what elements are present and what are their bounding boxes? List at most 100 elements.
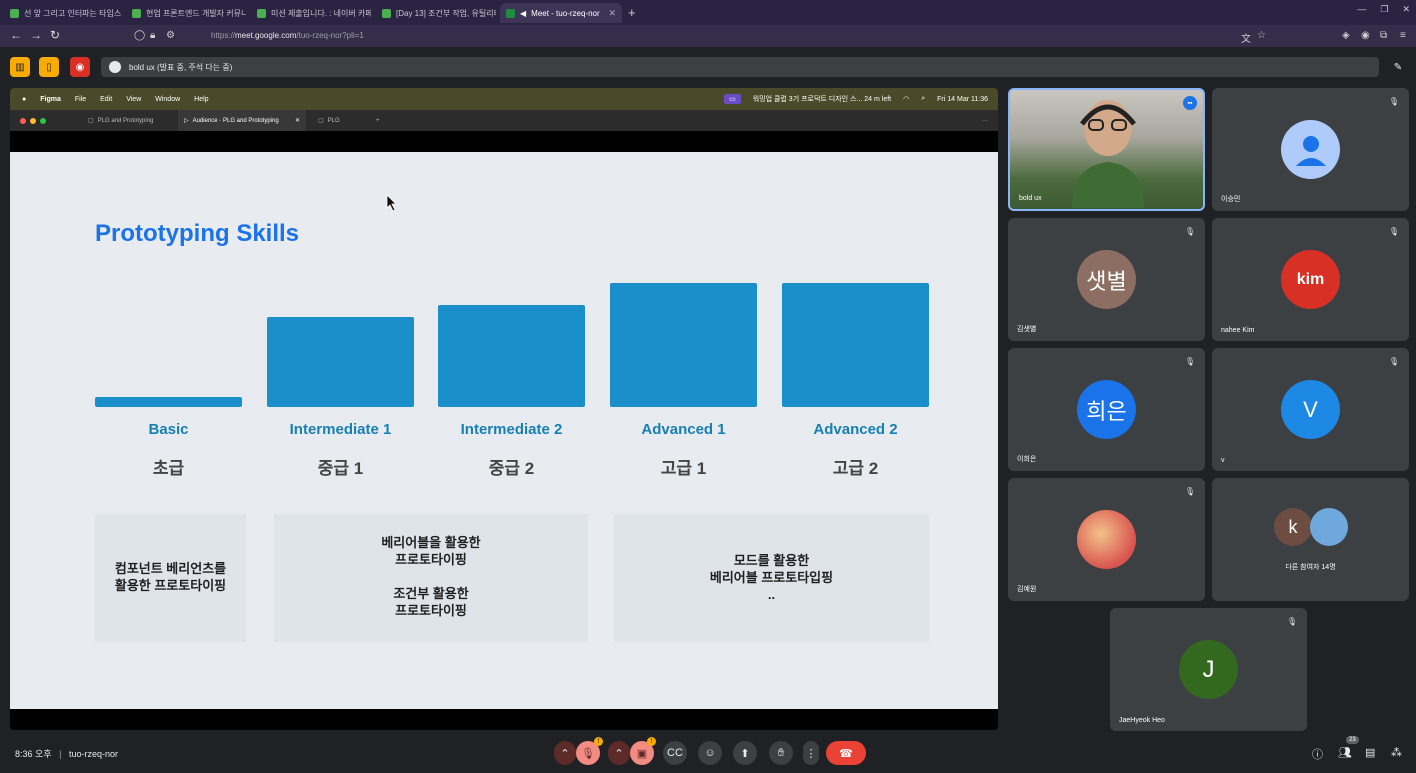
menu-icon[interactable]: ≡ bbox=[1400, 30, 1406, 41]
wifi-icon: ◠ bbox=[903, 96, 910, 103]
participant-tile[interactable]: 🎙︎ 샛별 김샛별 bbox=[1008, 218, 1205, 341]
play-icon: ▷ bbox=[184, 118, 189, 124]
mic-off-icon: 🎙︎ bbox=[1286, 617, 1297, 626]
slide: Prototyping Skills Basic Intermediate 1 … bbox=[10, 152, 998, 709]
permissions-icon[interactable]: ⚙ bbox=[166, 30, 175, 41]
leave-call-button[interactable]: ☎ bbox=[826, 741, 866, 765]
close-icon: ✕ bbox=[294, 118, 300, 124]
captions-icon: CC bbox=[667, 747, 683, 759]
url-field[interactable]: https://meet.google.com/tuo-rzeq-nor?pli… bbox=[211, 31, 364, 40]
avatar: k bbox=[1274, 508, 1312, 546]
account-icon[interactable]: ◉ bbox=[1361, 30, 1370, 41]
mic-off-icon: 🎙︎ bbox=[581, 747, 595, 760]
record-icon[interactable]: ◉ bbox=[70, 57, 90, 77]
others-count: 다른 참여자 14명 bbox=[1285, 564, 1336, 571]
avatar: J bbox=[1179, 640, 1238, 699]
speaker-icon: ◀ bbox=[520, 8, 527, 18]
more-vert-icon: ⋮ bbox=[805, 747, 817, 760]
apple-avatar bbox=[1077, 510, 1136, 569]
new-tab-button[interactable]: + bbox=[628, 5, 636, 20]
browser-tab-strip: 선 앞 그리고 인터파는 타입스...✕ 현업 프론트엔드 개발자 커뮤니...… bbox=[0, 0, 1416, 25]
mic-off-icon: 🎙︎ bbox=[1388, 227, 1399, 236]
browser-tab[interactable]: 현업 프론트엔드 개발자 커뮤니...✕ bbox=[126, 3, 246, 23]
lock-icon[interactable]: 🔒︎ bbox=[150, 30, 155, 41]
participant-tile[interactable]: 🎙︎ J JaeHyeok Heo bbox=[1110, 608, 1307, 731]
emoji-icon: ☺ bbox=[704, 747, 716, 759]
warning-badge: ! bbox=[647, 737, 656, 746]
mute-all-icon[interactable]: ▥ bbox=[10, 57, 30, 77]
forward-icon[interactable]: → bbox=[30, 28, 42, 42]
captions-button[interactable]: CC bbox=[663, 741, 687, 765]
level-label-en: Advanced 2 bbox=[813, 421, 898, 438]
browser-tab[interactable]: [Day 13] 조건부 작업, 유틸리티✕ bbox=[376, 3, 496, 23]
activities-icon[interactable]: ⁂ bbox=[1391, 746, 1402, 759]
chat-icon[interactable]: ▤ bbox=[1365, 746, 1375, 759]
level-bar bbox=[782, 283, 929, 407]
mic-off-icon: 🎙︎ bbox=[1388, 357, 1399, 366]
level-label-ko: 중급 2 bbox=[488, 459, 535, 478]
close-window-icon[interactable]: ✕ bbox=[1402, 4, 1410, 15]
people-icon[interactable]: 👥︎ bbox=[1338, 746, 1352, 759]
figma-tab-active: ▷ Audience · PLG and Prototyping ✕ bbox=[178, 110, 306, 131]
participant-tile[interactable]: 🎙︎ 김예원 bbox=[1008, 478, 1205, 601]
avatar bbox=[1281, 120, 1340, 179]
mic-off-icon: 🎙︎ bbox=[1184, 487, 1195, 496]
participant-tile-speaking[interactable]: ▪▪ bold ux bbox=[1008, 88, 1205, 211]
browser-tab[interactable]: 선 앞 그리고 인터파는 타입스...✕ bbox=[4, 3, 122, 23]
shield-icon[interactable]: ◯ bbox=[134, 30, 145, 41]
present-icon: ⬆ bbox=[740, 747, 750, 760]
address-bar: ← → ↻ ◯ 🔒︎ ⚙ https://meet.google.com/tuo… bbox=[0, 25, 1416, 47]
browser-tab-active[interactable]: ◀ Meet - tuo-rzeq-nor ✕ bbox=[500, 3, 622, 23]
participant-name: nahee Kim bbox=[1221, 327, 1255, 334]
bookmark-icon[interactable]: ☆ bbox=[1257, 30, 1266, 41]
info-icon[interactable]: ⓘ bbox=[1312, 746, 1323, 762]
reload-icon[interactable]: ↻ bbox=[50, 28, 60, 42]
avatar bbox=[109, 61, 121, 73]
participant-name: 이승민 bbox=[1221, 196, 1241, 203]
extensions-icon[interactable]: ⧉ bbox=[1380, 30, 1387, 41]
participant-tile[interactable]: 🎙︎ 희은 이희은 bbox=[1008, 348, 1205, 471]
present-button[interactable]: ⬆ bbox=[733, 741, 757, 765]
presenting-banner: bold ux (발표 중, 주석 다는 중) bbox=[101, 57, 1379, 77]
person-icon bbox=[1295, 135, 1326, 166]
browser-tab[interactable]: 미션 제출입니다. : 네이버 카페✕ bbox=[251, 3, 371, 23]
participant-name: v bbox=[1221, 457, 1225, 464]
slide-title: Prototyping Skills bbox=[95, 220, 300, 247]
raise-hand-button[interactable]: ✋︎ bbox=[769, 741, 793, 765]
translate-icon[interactable]: 文 bbox=[1241, 30, 1251, 45]
participant-tile[interactable]: 🎙︎ V v bbox=[1212, 348, 1409, 471]
level-bar bbox=[267, 317, 414, 407]
meet-icon bbox=[506, 8, 515, 18]
participant-name: 이희은 bbox=[1017, 456, 1037, 463]
emoji-button[interactable]: ☺ bbox=[698, 741, 722, 765]
shared-screen: ● Figma File Edit View Window Help ▭ 워밍업… bbox=[10, 88, 998, 730]
figma-tab: ▢ PLG and Prototyping bbox=[88, 117, 154, 125]
annotate-icon[interactable]: ✎ bbox=[1388, 57, 1408, 77]
level-label-en: Intermediate 2 bbox=[460, 421, 563, 438]
file-icon: ▢ bbox=[88, 118, 94, 124]
more-icon: ··· bbox=[982, 117, 988, 124]
back-icon[interactable]: ← bbox=[10, 28, 22, 42]
level-bar bbox=[438, 305, 585, 407]
figma-tab-bar: ▢ PLG and Prototyping ▷ Audience · PLG and… bbox=[10, 110, 998, 131]
mic-off-icon: 🎙︎ bbox=[1388, 97, 1399, 106]
pocket-icon[interactable]: ◈ bbox=[1342, 30, 1350, 41]
maximize-icon[interactable]: ❐ bbox=[1380, 4, 1388, 15]
avatar: 샛별 bbox=[1077, 250, 1136, 309]
close-icon[interactable]: ✕ bbox=[608, 8, 616, 19]
others-tile[interactable]: k 다른 참여자 14명 bbox=[1212, 478, 1409, 601]
minimize-icon[interactable]: — bbox=[1357, 4, 1366, 15]
camera-options-button[interactable]: ⌃ bbox=[608, 741, 630, 765]
door-icon[interactable]: ▯ bbox=[39, 57, 59, 77]
participant-tile[interactable]: 🎙︎ kim nahee Kim bbox=[1212, 218, 1409, 341]
level-label-ko: 초급 bbox=[152, 459, 185, 478]
avatar: V bbox=[1281, 380, 1340, 439]
search-icon: ⌕ bbox=[921, 95, 926, 102]
level-label-en: Advanced 1 bbox=[641, 421, 726, 438]
sheets-icon bbox=[10, 8, 19, 18]
participant-tile[interactable]: 🎙︎ 이승민 bbox=[1212, 88, 1409, 211]
meet-control-bar: 8:36 오후 | tuo-rzeq-nor ⌃ 🎙︎ ! ⌃ ▣ ! CC ☺… bbox=[0, 735, 1416, 773]
mic-options-button[interactable]: ⌃ bbox=[554, 741, 576, 765]
meeting-info: 8:36 오후 | tuo-rzeq-nor bbox=[15, 749, 118, 759]
more-options-button[interactable]: ⋮ bbox=[803, 741, 819, 765]
